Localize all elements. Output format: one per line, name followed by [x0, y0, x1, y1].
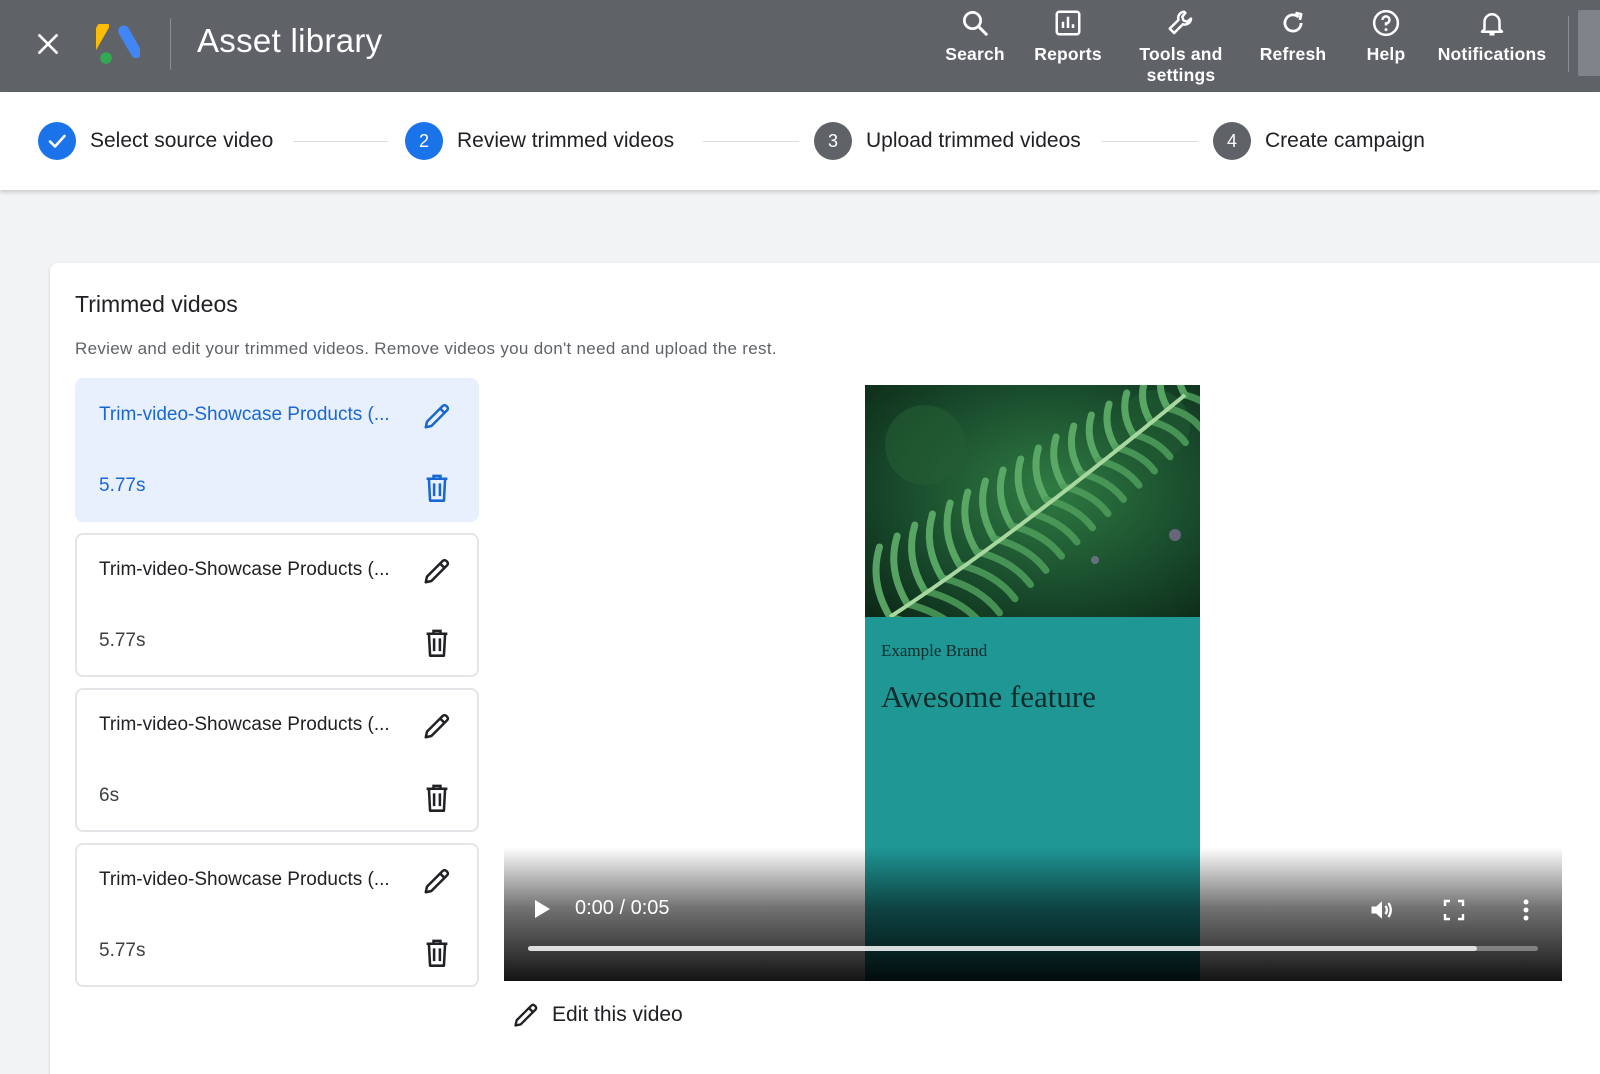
pencil-icon	[514, 1003, 538, 1027]
notifications-label: Notifications	[1437, 44, 1547, 64]
trash-icon	[423, 473, 451, 508]
buffered-bar	[528, 946, 1478, 951]
step-review-trimmed-videos[interactable]: 2 Review trimmed videos	[405, 119, 674, 163]
fullscreen-button[interactable]	[1436, 892, 1472, 928]
step-select-source-video[interactable]: Select source video	[38, 119, 273, 163]
volume-button[interactable]	[1364, 892, 1400, 928]
edit-video-button[interactable]	[417, 553, 457, 593]
edit-this-video-button[interactable]: Edit this video	[512, 995, 683, 1035]
video-name: Trim-video-Showcase Products (...	[99, 714, 390, 735]
video-duration: 5.77s	[99, 475, 146, 496]
step-label: Upload trimmed videos	[866, 129, 1081, 152]
video-name: Trim-video-Showcase Products (...	[99, 869, 390, 890]
video-list-item[interactable]: Trim-video-Showcase Products (... 5.77s	[75, 533, 479, 677]
stepper: Select source video 2 Review trimmed vid…	[0, 92, 1600, 190]
card-title: Trimmed videos	[75, 291, 238, 317]
trimmed-videos-card: Trimmed videos Review and edit your trim…	[50, 263, 1600, 1074]
edit-video-button[interactable]	[417, 708, 457, 748]
top-app-bar: Asset library Search Reports Tools and set…	[0, 0, 1600, 92]
step-upload-trimmed-videos[interactable]: 3 Upload trimmed videos	[814, 119, 1081, 163]
step-connector	[1102, 141, 1198, 142]
video-list-item[interactable]: Trim-video-Showcase Products (... 6s	[75, 688, 479, 832]
step-number: 4	[1213, 122, 1251, 160]
video-list-item[interactable]: Trim-video-Showcase Products (... 5.77s	[75, 378, 479, 522]
delete-video-button[interactable]	[417, 780, 457, 820]
help-label: Help	[1366, 44, 1406, 64]
edit-this-video-label: Edit this video	[552, 1003, 683, 1026]
delete-video-button[interactable]	[417, 935, 457, 975]
more-options-button[interactable]	[1508, 892, 1544, 928]
video-duration: 5.77s	[99, 940, 146, 961]
video-headline-text: Awesome feature	[881, 679, 1096, 714]
video-name: Trim-video-Showcase Products (...	[99, 404, 390, 425]
pencil-icon	[422, 866, 452, 901]
help-icon	[1369, 6, 1403, 40]
trash-icon	[423, 938, 451, 973]
topbar-divider	[1568, 16, 1569, 72]
bell-icon	[1475, 6, 1509, 40]
step-number: 2	[405, 122, 443, 160]
more-vert-icon	[1523, 899, 1529, 921]
fullscreen-icon	[1443, 899, 1465, 921]
step-label: Create campaign	[1265, 129, 1425, 152]
delete-video-button[interactable]	[417, 470, 457, 510]
wrench-icon	[1164, 6, 1198, 40]
video-duration: 5.77s	[99, 630, 146, 651]
trash-icon	[423, 783, 451, 818]
step-label: Review trimmed videos	[457, 129, 675, 152]
delete-video-button[interactable]	[417, 625, 457, 665]
step-connector	[293, 141, 388, 142]
step-check-icon	[38, 122, 76, 160]
pencil-icon	[422, 401, 452, 436]
play-button[interactable]	[526, 893, 558, 925]
fern-image	[865, 385, 1200, 617]
reports-label: Reports	[1034, 44, 1102, 64]
video-name: Trim-video-Showcase Products (...	[99, 559, 390, 580]
volume-icon	[1371, 901, 1392, 919]
trash-icon	[423, 628, 451, 663]
video-player[interactable]: Example Brand Awesome feature 0:00 / 0:0…	[504, 385, 1562, 981]
step-create-campaign[interactable]: 4 Create campaign	[1213, 119, 1425, 163]
play-icon	[535, 900, 550, 918]
video-list-item[interactable]: Trim-video-Showcase Products (... 5.77s	[75, 843, 479, 987]
progress-bar[interactable]	[528, 946, 1538, 951]
step-number: 3	[814, 122, 852, 160]
search-label: Search	[945, 44, 1005, 64]
tools-and-settings-label: Tools and settings	[1139, 44, 1223, 85]
step-connector	[703, 141, 799, 142]
search-icon	[958, 6, 992, 40]
notifications-button[interactable]: Notifications	[1422, 6, 1562, 65]
pencil-icon	[422, 556, 452, 591]
pencil-icon	[422, 711, 452, 746]
video-duration: 6s	[99, 785, 120, 806]
edit-video-button[interactable]	[417, 398, 457, 438]
step-label: Select source video	[90, 129, 274, 152]
account-button-edge[interactable]	[1578, 10, 1600, 76]
refresh-icon	[1276, 6, 1310, 40]
reports-icon	[1051, 6, 1085, 40]
card-description: Review and edit your trimmed videos. Rem…	[75, 339, 777, 358]
edit-video-button[interactable]	[417, 863, 457, 903]
video-brand-text: Example Brand	[881, 641, 988, 660]
time-display: 0:00 / 0:05	[575, 897, 670, 919]
top-actions: Search Reports Tools and settings Refresh He…	[0, 0, 1600, 92]
